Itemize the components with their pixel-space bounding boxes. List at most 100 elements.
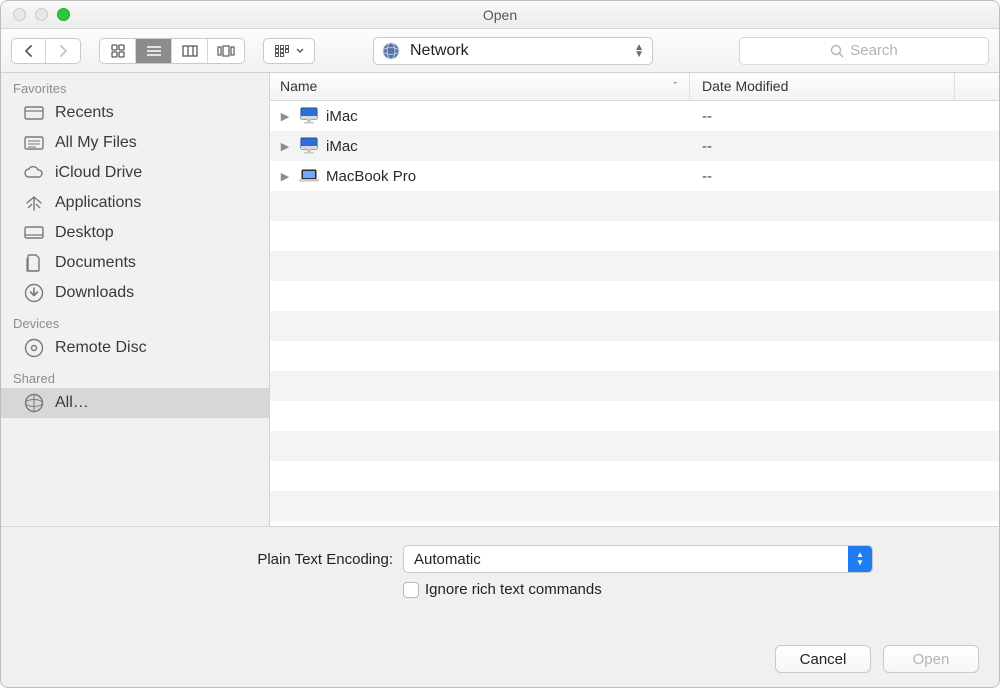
location-popup[interactable]: Network ▲▼ xyxy=(373,37,653,65)
imac-icon xyxy=(298,107,320,125)
file-row[interactable]: ▶iMac-- xyxy=(270,101,999,131)
network-globe-icon xyxy=(23,393,45,413)
sidebar: Favorites Recents All My Files iCloud Dr… xyxy=(1,73,270,526)
ignore-rich-text-checkbox[interactable]: Ignore rich text commands xyxy=(403,581,602,598)
sort-ascending-icon: ˆ xyxy=(673,81,677,93)
sidebar-item-all-shared[interactable]: All… xyxy=(1,388,269,418)
forward-button[interactable] xyxy=(46,39,80,63)
grid-icon xyxy=(111,44,125,58)
checkbox-label: Ignore rich text commands xyxy=(425,581,602,598)
stepper-icon: ▲▼ xyxy=(634,44,644,58)
disc-icon xyxy=(23,338,45,358)
file-browser: Name ˆ Date Modified ▶iMac--▶iMac--▶MacB… xyxy=(270,73,999,526)
back-button[interactable] xyxy=(12,39,46,63)
search-placeholder: Search xyxy=(850,42,898,59)
columns-icon xyxy=(182,45,198,57)
sidebar-item-all-my-files[interactable]: All My Files xyxy=(1,128,269,158)
disclosure-triangle-icon[interactable]: ▶ xyxy=(278,140,292,153)
empty-row xyxy=(270,461,999,491)
empty-row xyxy=(270,431,999,461)
cloud-icon xyxy=(23,163,45,183)
empty-row xyxy=(270,191,999,221)
arrange-icon xyxy=(275,45,293,57)
macbook-icon xyxy=(298,169,320,183)
disclosure-triangle-icon[interactable]: ▶ xyxy=(278,110,292,123)
search-field[interactable]: Search xyxy=(739,37,989,65)
open-button[interactable]: Open xyxy=(883,645,979,673)
documents-icon xyxy=(23,253,45,273)
desktop-icon xyxy=(23,223,45,243)
encoding-value: Automatic xyxy=(414,551,481,568)
zoom-window-button[interactable] xyxy=(57,8,70,21)
sidebar-item-downloads[interactable]: Downloads xyxy=(1,278,269,308)
coverflow-view-button[interactable] xyxy=(208,39,244,63)
search-icon xyxy=(830,44,844,58)
file-date: -- xyxy=(690,168,999,185)
close-window-button[interactable] xyxy=(13,8,26,21)
empty-row xyxy=(270,341,999,371)
imac-icon xyxy=(298,137,320,155)
sidebar-label: All… xyxy=(55,394,89,412)
column-label: Name xyxy=(280,78,317,94)
icon-view-button[interactable] xyxy=(100,39,136,63)
sidebar-item-applications[interactable]: Applications xyxy=(1,188,269,218)
view-mode-segment xyxy=(99,38,245,64)
column-view-button[interactable] xyxy=(172,39,208,63)
titlebar[interactable]: Open xyxy=(1,1,999,29)
column-header-date-modified[interactable]: Date Modified xyxy=(690,73,955,100)
nav-segment xyxy=(11,38,81,64)
empty-row xyxy=(270,371,999,401)
coverflow-icon xyxy=(217,45,235,57)
window-title: Open xyxy=(1,7,999,23)
empty-row xyxy=(270,491,999,521)
file-list[interactable]: ▶iMac--▶iMac--▶MacBook Pro-- xyxy=(270,101,999,526)
open-dialog-window: Open xyxy=(0,0,1000,688)
options-panel: Plain Text Encoding: Automatic ▲▼ Ignore… xyxy=(1,526,999,687)
empty-row xyxy=(270,281,999,311)
toolbar: Network ▲▼ Search xyxy=(1,29,999,73)
column-headers: Name ˆ Date Modified xyxy=(270,73,999,101)
sidebar-item-documents[interactable]: Documents xyxy=(1,248,269,278)
sidebar-section-devices: Devices xyxy=(1,308,269,333)
downloads-icon xyxy=(23,283,45,303)
sidebar-item-icloud-drive[interactable]: iCloud Drive xyxy=(1,158,269,188)
disclosure-triangle-icon[interactable]: ▶ xyxy=(278,170,292,183)
dialog-body: Favorites Recents All My Files iCloud Dr… xyxy=(1,73,999,526)
empty-row xyxy=(270,221,999,251)
empty-row xyxy=(270,311,999,341)
sidebar-item-remote-disc[interactable]: Remote Disc xyxy=(1,333,269,363)
dropdown-arrows-icon: ▲▼ xyxy=(848,546,872,572)
recents-icon xyxy=(23,103,45,123)
file-row[interactable]: ▶ MacBook Pro -- xyxy=(270,161,999,191)
encoding-label: Plain Text Encoding: xyxy=(21,551,393,568)
encoding-dropdown[interactable]: Automatic ▲▼ xyxy=(403,545,873,573)
column-header-name[interactable]: Name ˆ xyxy=(270,73,690,100)
sidebar-section-favorites: Favorites xyxy=(1,73,269,98)
arrange-button[interactable] xyxy=(263,38,315,64)
sidebar-label: Remote Disc xyxy=(55,339,147,357)
sidebar-section-shared: Shared xyxy=(1,363,269,388)
checkbox-icon xyxy=(403,582,419,598)
location-label: Network xyxy=(410,42,469,60)
column-header-extra[interactable] xyxy=(955,73,999,100)
applications-icon xyxy=(23,193,45,213)
chevron-down-icon xyxy=(296,48,304,54)
list-icon xyxy=(146,45,162,57)
all-files-icon xyxy=(23,133,45,153)
sidebar-item-recents[interactable]: Recents xyxy=(1,98,269,128)
file-date: -- xyxy=(690,108,999,125)
file-date: -- xyxy=(690,138,999,155)
file-name: MacBook Pro xyxy=(326,168,416,185)
sidebar-label: All My Files xyxy=(55,134,137,152)
sidebar-item-desktop[interactable]: Desktop xyxy=(1,218,269,248)
empty-row xyxy=(270,251,999,281)
list-view-button[interactable] xyxy=(136,39,172,63)
sidebar-label: Downloads xyxy=(55,284,134,302)
chevron-left-icon xyxy=(23,45,35,57)
minimize-window-button[interactable] xyxy=(35,8,48,21)
file-row[interactable]: ▶iMac-- xyxy=(270,131,999,161)
sidebar-label: Desktop xyxy=(55,224,114,242)
column-label: Date Modified xyxy=(702,78,788,94)
network-icon xyxy=(382,42,400,60)
cancel-button[interactable]: Cancel xyxy=(775,645,871,673)
